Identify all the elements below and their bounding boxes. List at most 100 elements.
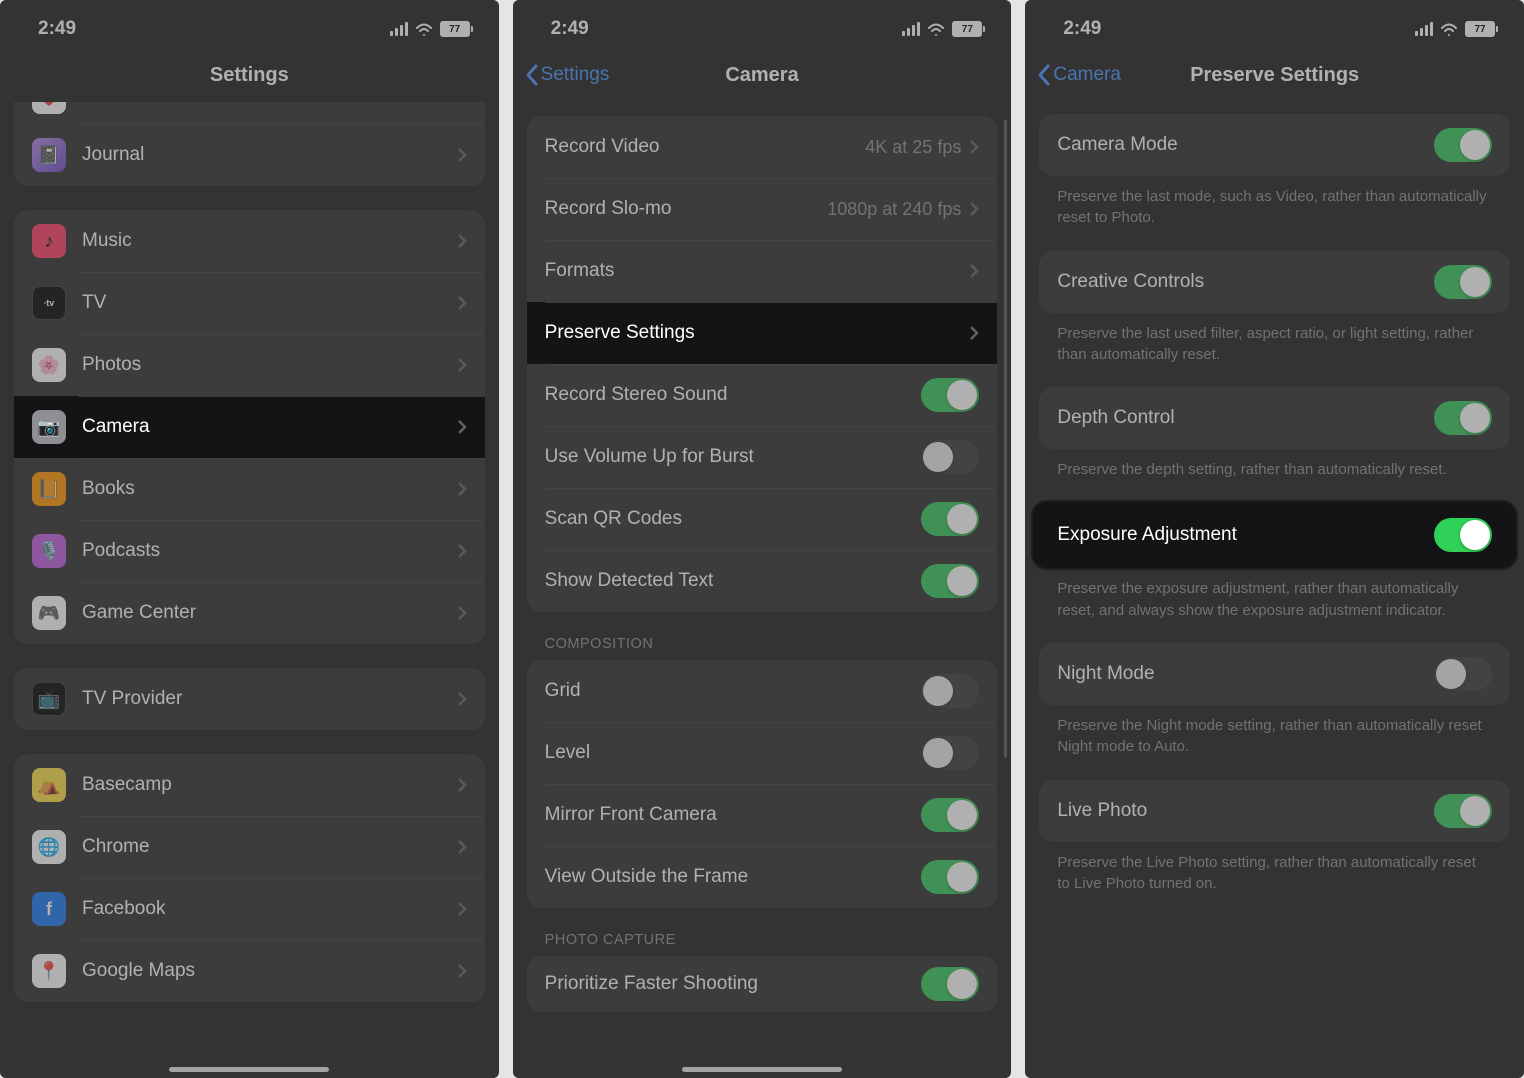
row-creative-controls[interactable]: Creative Controls (1039, 251, 1510, 313)
chevron-left-icon (1037, 64, 1051, 86)
row-camera[interactable]: 📷 Camera (14, 396, 485, 458)
row-live-photo[interactable]: Live Photo (1039, 780, 1510, 842)
row-level[interactable]: Level (527, 722, 998, 784)
chevron-right-icon (969, 139, 979, 155)
battery-icon: 77 (1465, 21, 1498, 37)
back-button[interactable]: Camera (1037, 64, 1121, 86)
row-label: TV Provider (82, 688, 457, 710)
row-label: Depth Control (1057, 407, 1434, 429)
row-night-mode[interactable]: Night Mode (1039, 643, 1510, 705)
row-detected-text[interactable]: Show Detected Text (527, 550, 998, 612)
toggle-camera-mode[interactable] (1434, 128, 1492, 162)
row-basecamp[interactable]: ⛺ Basecamp (14, 754, 485, 816)
back-button[interactable]: Settings (525, 64, 610, 86)
toggle-detected-text[interactable] (921, 564, 979, 598)
footer-live-photo: Preserve the Live Photo setting, rather … (1039, 842, 1510, 895)
toggle-night-mode[interactable] (1434, 657, 1492, 691)
chevron-right-icon (969, 325, 979, 341)
home-indicator (169, 1067, 329, 1072)
row-exposure-adjustment[interactable]: Exposure Adjustment (1033, 502, 1516, 568)
cellular-icon (902, 22, 920, 36)
row-label: Prioritize Faster Shooting (545, 973, 922, 995)
row-label: Health (82, 102, 467, 108)
photos-icon: 🌸 (32, 348, 66, 382)
preserve-content[interactable]: Camera Mode Preserve the last mode, such… (1025, 102, 1524, 1078)
row-stereo-sound[interactable]: Record Stereo Sound (527, 364, 998, 426)
battery-icon: 77 (440, 21, 473, 37)
googlemaps-icon: 📍 (32, 954, 66, 988)
row-outside-frame[interactable]: View Outside the Frame (527, 846, 998, 908)
toggle-exposure-adjustment[interactable] (1434, 518, 1492, 552)
row-tv[interactable]: ∙tv TV (14, 272, 485, 334)
toggle-creative-controls[interactable] (1434, 265, 1492, 299)
chevron-right-icon (457, 963, 467, 979)
chevron-right-icon (457, 233, 467, 249)
row-scan-qr[interactable]: Scan QR Codes (527, 488, 998, 550)
tv-icon: ∙tv (32, 286, 66, 320)
row-camera-mode[interactable]: Camera Mode (1039, 114, 1510, 176)
chrome-icon: 🌐 (32, 830, 66, 864)
toggle-depth-control[interactable] (1434, 401, 1492, 435)
row-mirror-front[interactable]: Mirror Front Camera (527, 784, 998, 846)
row-label: Scan QR Codes (545, 508, 922, 530)
screen-preserve-settings: 2:49 77 Camera Preserve Settings Camera … (1025, 0, 1524, 1078)
row-volume-burst[interactable]: Use Volume Up for Burst (527, 426, 998, 488)
toggle-live-photo[interactable] (1434, 794, 1492, 828)
toggle-level[interactable] (921, 736, 979, 770)
row-preserve-settings[interactable]: Preserve Settings (527, 302, 998, 364)
row-tvprovider[interactable]: 📺 TV Provider (14, 668, 485, 730)
row-podcasts[interactable]: 🎙️ Podcasts (14, 520, 485, 582)
tvprovider-icon: 📺 (32, 682, 66, 716)
chevron-right-icon (457, 777, 467, 793)
status-time: 2:49 (38, 18, 76, 40)
chevron-left-icon (525, 64, 539, 86)
nav-bar: Settings Camera (513, 48, 1012, 102)
row-gamecenter[interactable]: 🎮 Game Center (14, 582, 485, 644)
row-chrome[interactable]: 🌐 Chrome (14, 816, 485, 878)
chevron-right-icon (457, 543, 467, 559)
row-label: Basecamp (82, 774, 457, 796)
row-prioritize-faster[interactable]: Prioritize Faster Shooting (527, 956, 998, 1012)
row-music[interactable]: ♪ Music (14, 210, 485, 272)
camera-content[interactable]: Record Video 4K at 25 fps Record Slo-mo … (513, 102, 1012, 1078)
podcasts-icon: 🎙️ (32, 534, 66, 568)
books-icon: 📙 (32, 472, 66, 506)
row-facebook[interactable]: f Facebook (14, 878, 485, 940)
toggle-outside-frame[interactable] (921, 860, 979, 894)
row-label: Record Slo-mo (545, 198, 828, 220)
row-depth-control[interactable]: Depth Control (1039, 387, 1510, 449)
toggle-prioritize-faster[interactable] (921, 967, 979, 1001)
toggle-scan-qr[interactable] (921, 502, 979, 536)
status-time: 2:49 (1063, 18, 1101, 40)
toggle-grid[interactable] (921, 674, 979, 708)
status-bar: 2:49 77 (0, 0, 499, 48)
row-books[interactable]: 📙 Books (14, 458, 485, 520)
row-value: 1080p at 240 fps (827, 199, 961, 220)
toggle-mirror-front[interactable] (921, 798, 979, 832)
toggle-volume-burst[interactable] (921, 440, 979, 474)
scroll-indicator[interactable] (1004, 120, 1007, 758)
status-icons: 77 (902, 21, 985, 37)
chevron-right-icon (457, 481, 467, 497)
row-googlemaps[interactable]: 📍 Google Maps (14, 940, 485, 1002)
gamecenter-icon: 🎮 (32, 596, 66, 630)
row-record-slomo[interactable]: Record Slo-mo 1080p at 240 fps (527, 178, 998, 240)
row-formats[interactable]: Formats (527, 240, 998, 302)
row-grid[interactable]: Grid (527, 660, 998, 722)
row-photos[interactable]: 🌸 Photos (14, 334, 485, 396)
toggle-stereo[interactable] (921, 378, 979, 412)
chevron-right-icon (457, 419, 467, 435)
row-health[interactable]: ❤️ Health (14, 102, 485, 124)
settings-content[interactable]: ❤️ Health 📓 Journal ♪ Music ∙tv TV 🌸 (0, 102, 499, 1078)
cellular-icon (390, 22, 408, 36)
row-record-video[interactable]: Record Video 4K at 25 fps (527, 116, 998, 178)
row-label: Game Center (82, 602, 457, 624)
row-label: Grid (545, 680, 922, 702)
chevron-right-icon (969, 263, 979, 279)
status-bar: 2:49 77 (513, 0, 1012, 48)
row-label: Level (545, 742, 922, 764)
row-label: Facebook (82, 898, 457, 920)
row-journal[interactable]: 📓 Journal (14, 124, 485, 186)
row-label: Mirror Front Camera (545, 804, 922, 826)
chevron-right-icon (457, 295, 467, 311)
